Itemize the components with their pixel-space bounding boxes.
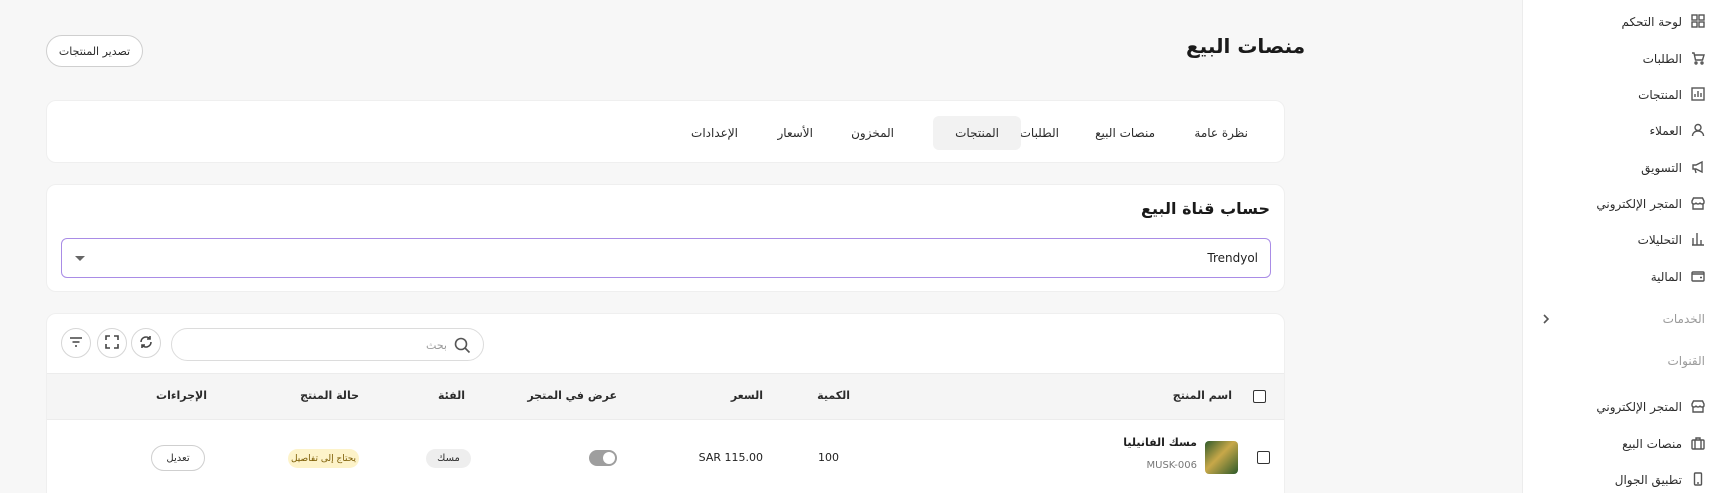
table-row: مسك الفانيليا MUSK-006 100 SAR 115.00 مس… (47, 421, 1284, 491)
sidebar-item-label: تطبيق الجوال (1614, 473, 1682, 487)
sidebar-item-channel-online-store[interactable]: المتجر الإلكتروني (1596, 397, 1705, 417)
account-select-value: Trendyol (1207, 251, 1258, 265)
search-icon (454, 337, 471, 354)
fullscreen-button[interactable] (97, 328, 127, 358)
filter-button[interactable] (61, 328, 91, 358)
sidebar-item-label: التحليلات (1637, 233, 1682, 247)
sidebar: لوحة التحكم الطلبات المنتجات العملاء الت… (1522, 0, 1723, 493)
sidebar-item-dashboard[interactable]: لوحة التحكم (1622, 12, 1706, 32)
tabs-bar: نظرة عامة منصات البيع الطلبات المنتجات ا… (46, 100, 1285, 163)
category-badge: مسك (426, 449, 471, 468)
search-input[interactable] (184, 336, 447, 354)
tab-settings[interactable]: الإعدادات (669, 116, 760, 150)
sidebar-item-orders[interactable]: الطلبات (1643, 49, 1705, 69)
column-header: الكمية (817, 389, 850, 402)
sidebar-item-label: المتجر الإلكتروني (1596, 400, 1682, 414)
sidebar-item-label: منصات البيع (1622, 437, 1682, 451)
account-select[interactable]: Trendyol (61, 238, 1271, 278)
user-icon (1691, 123, 1705, 140)
tab-inventory[interactable]: المخزون (829, 116, 916, 150)
column-header: عرض في المتجر (527, 389, 617, 402)
wallet-icon (1691, 269, 1705, 286)
sidebar-item-marketing[interactable]: التسويق (1641, 158, 1705, 178)
column-header: اسم المنتج (1172, 389, 1232, 402)
sidebar-item-finance[interactable]: المالية (1651, 267, 1705, 287)
store-icon (1691, 196, 1705, 213)
grid-icon (1691, 13, 1705, 31)
fullscreen-icon (105, 334, 119, 353)
chart-box-icon (1691, 86, 1705, 104)
tab-marketplaces[interactable]: منصات البيع (1073, 116, 1177, 150)
tab-products[interactable]: المنتجات (933, 116, 1021, 150)
sidebar-item-analytics[interactable]: التحليلات (1638, 230, 1705, 250)
search-box (171, 328, 484, 361)
export-products-button[interactable]: تصدير المنتجات (46, 35, 143, 67)
account-title: حساب قناة البيع (1141, 199, 1270, 218)
chevron-right-icon[interactable] (1539, 312, 1553, 326)
row-checkbox[interactable] (1257, 451, 1270, 464)
page-title: منصات البيع (1186, 34, 1306, 58)
sidebar-item-channel-mobile-app[interactable]: تطبيق الجوال (1615, 470, 1705, 490)
product-name[interactable]: مسك الفانيليا (1123, 436, 1197, 449)
briefcase-icon (1691, 436, 1705, 453)
refresh-button[interactable] (131, 328, 161, 358)
sidebar-section-channels: القنوات (1667, 354, 1705, 368)
product-quantity: 100 (818, 451, 839, 464)
sidebar-item-channel-marketplaces[interactable]: منصات البيع (1622, 434, 1705, 454)
product-sku: MUSK-006 (1146, 460, 1198, 471)
filter-icon (69, 334, 83, 353)
cart-icon (1691, 51, 1705, 68)
edit-button[interactable]: تعديل (151, 445, 205, 471)
sidebar-item-label: الطلبات (1642, 52, 1682, 66)
tab-overview[interactable]: نظرة عامة (1172, 116, 1270, 150)
status-badge: يحتاج إلى تفاصيل (288, 449, 359, 468)
column-header: الفئة (438, 389, 465, 402)
sidebar-item-label: المنتجات (1638, 88, 1682, 102)
show-in-store-toggle[interactable] (589, 450, 617, 466)
sidebar-item-label: لوحة التحكم (1621, 15, 1683, 29)
product-price: SAR 115.00 (698, 451, 763, 464)
sidebar-item-online-store[interactable]: المتجر الإلكتروني (1596, 194, 1705, 214)
sidebar-item-label: العملاء (1649, 124, 1682, 138)
product-thumbnail (1205, 441, 1238, 474)
sidebar-section-services: الخدمات (1662, 312, 1705, 326)
sidebar-item-label: التسويق (1641, 161, 1682, 175)
column-header: السعر (730, 389, 763, 402)
sidebar-item-label: المالية (1650, 270, 1682, 284)
column-header: حالة المنتج (300, 389, 359, 402)
bar-chart-icon (1691, 232, 1705, 249)
refresh-icon (139, 334, 153, 353)
megaphone-icon (1691, 160, 1705, 177)
select-all-checkbox[interactable] (1253, 390, 1266, 403)
sidebar-item-products[interactable]: المنتجات (1638, 85, 1705, 105)
phone-icon (1691, 471, 1705, 489)
products-table-card: اسم المنتج الكمية السعر عرض في المتجر ال… (46, 313, 1285, 493)
tab-prices[interactable]: الأسعار (756, 116, 835, 150)
sidebar-item-customers[interactable]: العملاء (1649, 121, 1705, 141)
caret-down-icon (75, 256, 85, 261)
table-header: اسم المنتج الكمية السعر عرض في المتجر ال… (47, 373, 1284, 420)
store-icon (1691, 399, 1705, 416)
account-card: حساب قناة البيع Trendyol (46, 184, 1285, 292)
sidebar-item-label: المتجر الإلكتروني (1596, 197, 1682, 211)
column-header: الإجراءات (156, 389, 207, 402)
